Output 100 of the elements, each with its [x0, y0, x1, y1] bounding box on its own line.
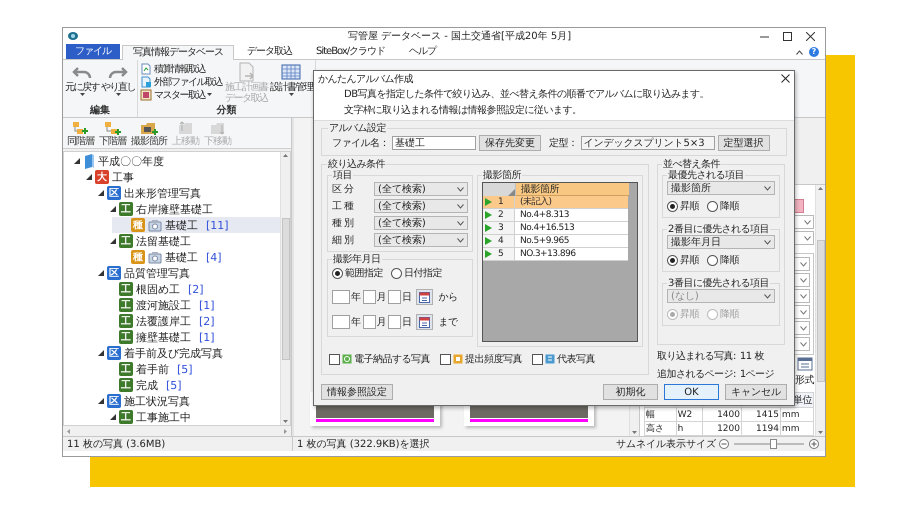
- input-field[interactable]: [332, 315, 350, 329]
- grid-row[interactable]: 1 (未記入): [483, 196, 628, 209]
- radio-button[interactable]: [667, 254, 678, 266]
- tree-row[interactable]: 工 工事施工中: [108, 409, 280, 425]
- input-field[interactable]: [362, 290, 376, 304]
- zoom-out-icon[interactable]: [719, 439, 729, 449]
- collapse-chevron-icon[interactable]: [796, 50, 803, 54]
- toolbar-button[interactable]: 撮影箇所: [130, 121, 168, 147]
- expanded-triangle-icon[interactable]: [108, 237, 116, 245]
- calendar-button[interactable]: [416, 314, 432, 330]
- tree-row[interactable]: 種 基礎工 [4]: [120, 249, 280, 265]
- tree-row[interactable]: 工 法留基礎工: [108, 233, 280, 249]
- slider-thumb[interactable]: [770, 439, 776, 449]
- tree-item-label: 法留基礎工: [136, 234, 191, 248]
- input-field[interactable]: [388, 290, 401, 304]
- toolbar-button[interactable]: 下階層: [98, 121, 127, 147]
- tree-row[interactable]: 平成〇〇年度: [72, 153, 280, 169]
- ribbon-button[interactable]: 設計書管理: [269, 62, 314, 105]
- vertical-scrollbar[interactable]: [815, 185, 825, 436]
- zoom-in-icon[interactable]: [809, 439, 819, 449]
- radio-button[interactable]: [391, 268, 402, 278]
- ribbon-button[interactable]: 外部ファイル取込: [139, 75, 223, 88]
- input-field[interactable]: 基礎工: [392, 136, 476, 150]
- tree-row[interactable]: 区 施工状況写真: [96, 393, 280, 409]
- ribbon-tab[interactable]: データ取込: [236, 44, 303, 59]
- tree-row[interactable]: 区 出来形管理写真: [96, 185, 280, 201]
- save-location-button[interactable]: 保存先変更: [479, 135, 541, 151]
- tree-row[interactable]: 工 完成 [5]: [108, 377, 280, 393]
- expanded-triangle-icon[interactable]: [96, 269, 104, 277]
- ribbon-tab[interactable]: ヘルプ: [398, 44, 448, 59]
- dialog-button[interactable]: OK: [664, 384, 719, 400]
- expanded-triangle-icon[interactable]: [108, 413, 116, 421]
- radio-button[interactable]: [332, 268, 343, 278]
- photo-icon: [148, 218, 162, 232]
- tree-row[interactable]: 工 根固め工 [2]: [108, 281, 280, 297]
- input-field[interactable]: インデックスプリント5×3: [580, 136, 714, 150]
- expanded-triangle-icon[interactable]: [72, 157, 80, 165]
- ribbon-button[interactable]: 積算情報取込: [139, 62, 223, 75]
- photo-count: [11]: [206, 218, 229, 232]
- ribbon-button[interactable]: マスター取込: [139, 88, 223, 101]
- grid-row[interactable]: 3 No.4+16.513: [483, 222, 628, 235]
- radio-button[interactable]: [707, 254, 718, 266]
- tree-row[interactable]: 工 法覆護岸工 [2]: [108, 313, 280, 329]
- radio-label: 昇順: [680, 200, 699, 213]
- photo-flag-icon: [453, 354, 463, 364]
- tree-row[interactable]: 区 品質管理写真: [96, 265, 280, 281]
- ribbon-button[interactable]: 元に戻す: [64, 62, 100, 105]
- expanded-triangle-icon[interactable]: [96, 349, 104, 357]
- close-icon[interactable]: [806, 32, 815, 40]
- tree-row[interactable]: 工 擁壁基礎工 [1]: [108, 329, 280, 345]
- dialog-button[interactable]: キャンセル: [725, 384, 787, 400]
- column-header[interactable]: 撮影箇所: [516, 183, 629, 196]
- dropdown[interactable]: (全て検索): [374, 216, 468, 230]
- ribbon-tab[interactable]: 写真情報データベース: [122, 45, 234, 60]
- dialog-button[interactable]: 初期化: [603, 384, 658, 400]
- calendar-button[interactable]: [416, 289, 432, 305]
- dropdown[interactable]: (全て検索): [374, 182, 468, 196]
- input-field[interactable]: [332, 290, 350, 304]
- tree-row[interactable]: 工 渡河施設工 [1]: [108, 297, 280, 313]
- radio-label: 日付指定: [404, 266, 442, 280]
- expanded-triangle-icon[interactable]: [84, 173, 92, 181]
- help-button[interactable]: ?: [809, 47, 819, 57]
- grid-row[interactable]: 4 No.5+9.965: [483, 235, 628, 248]
- tree-row[interactable]: 区 着手前及び完成写真: [96, 345, 280, 361]
- dropdown[interactable]: 撮影箇所: [667, 181, 775, 195]
- expanded-triangle-icon[interactable]: [96, 189, 104, 197]
- dropdown[interactable]: (全て検索): [374, 199, 468, 213]
- tree-row[interactable]: 工 着手前 [5]: [108, 361, 280, 377]
- tree-row[interactable]: 大 工事: [84, 169, 280, 185]
- file-menu-tab[interactable]: ファイル: [66, 44, 120, 59]
- radio-button[interactable]: [707, 200, 718, 212]
- input-field[interactable]: [362, 315, 376, 329]
- checkbox[interactable]: [329, 354, 340, 364]
- ribbon-tab[interactable]: SiteBox/クラウド: [305, 44, 396, 59]
- scroll-thumb[interactable]: [282, 218, 290, 360]
- scroll-up-icon: [818, 187, 823, 190]
- grid-row[interactable]: 5 NO.3+13.896: [483, 248, 628, 261]
- radio-button[interactable]: [667, 200, 678, 212]
- group-title: 3番目に優先される項目: [667, 278, 770, 289]
- template-select-button[interactable]: 定型選択: [718, 135, 770, 151]
- checkbox[interactable]: [532, 354, 543, 364]
- tree-row[interactable]: 種 基礎工 [11]: [112, 217, 280, 233]
- dropdown[interactable]: 撮影年月日: [667, 235, 775, 249]
- toolbar-button[interactable]: 同階層: [66, 121, 95, 147]
- ribbon-button[interactable]: やり直し: [100, 62, 136, 105]
- expanded-triangle-icon[interactable]: [108, 205, 116, 213]
- caret-icon: [457, 220, 464, 226]
- grid-row[interactable]: 2 No.4+8.313: [483, 209, 628, 222]
- input-field[interactable]: [388, 315, 401, 329]
- vertical-scrollbar[interactable]: [280, 152, 290, 425]
- checkbox[interactable]: [440, 354, 451, 364]
- dropdown[interactable]: (全て検索): [374, 233, 468, 247]
- maximize-icon[interactable]: [783, 32, 792, 40]
- info-settings-button[interactable]: 情報参照設定: [321, 384, 393, 400]
- group-title: 2番目に優先される項目: [667, 224, 770, 235]
- calendar-icon[interactable]: [797, 357, 813, 371]
- expanded-triangle-icon[interactable]: [96, 397, 104, 405]
- close-icon[interactable]: [781, 74, 790, 83]
- tree-row[interactable]: 工 右岸擁壁基礎工: [108, 201, 280, 217]
- scroll-thumb[interactable]: [816, 240, 824, 382]
